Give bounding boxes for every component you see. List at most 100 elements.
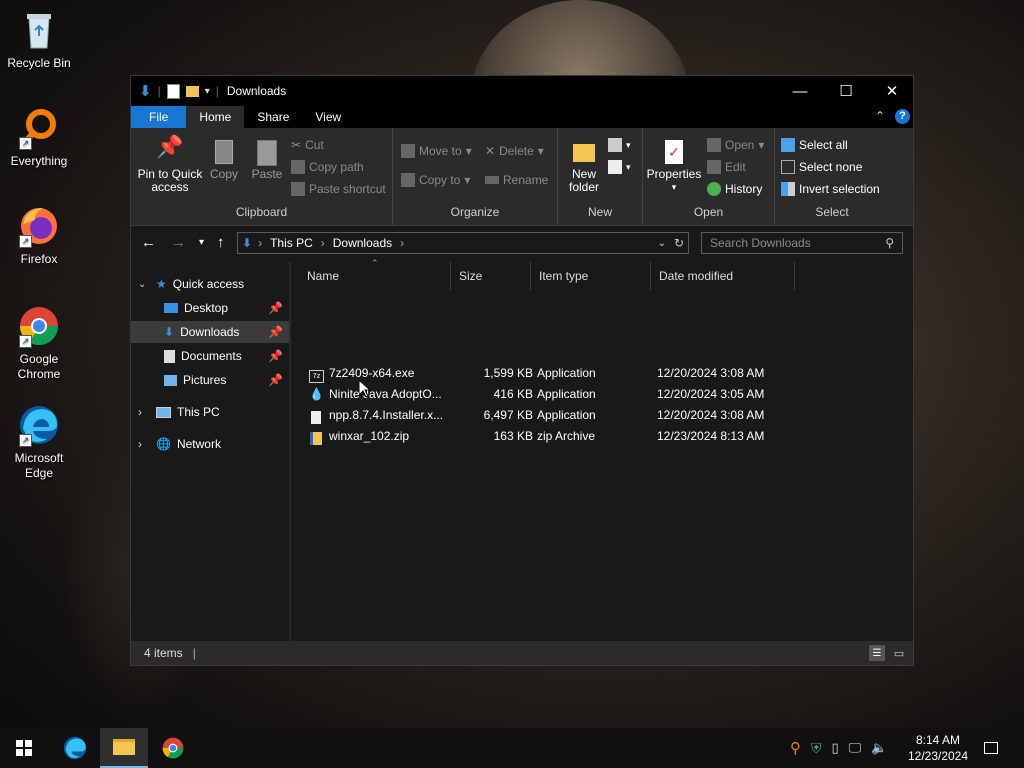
tab-file[interactable]: File (131, 106, 187, 128)
pin-icon[interactable]: 📌 (268, 325, 283, 339)
column-header-size[interactable]: Size (451, 262, 531, 290)
clock-time: 8:14 AM (915, 733, 961, 747)
invert-selection-button[interactable]: Invert selection (781, 182, 880, 196)
taskbar: ⚲ ⛨ ▯ 🖵 🔈 8:14 AM 12/23/2024 (0, 728, 1024, 768)
paste-button[interactable]: Paste (247, 140, 287, 181)
usb-device-icon[interactable]: ▯ (832, 740, 839, 756)
collapse-ribbon-icon[interactable]: ⌃ (875, 109, 885, 123)
desktop-icon-google-chrome[interactable]: ↗ Google Chrome (6, 304, 72, 382)
address-field[interactable]: ⬇ › This PC › Downloads › ⌄ ↻ (237, 232, 689, 254)
invert-selection-icon (781, 182, 795, 196)
new-item-button[interactable]: ▾ (608, 138, 631, 152)
breadcrumb-chevron-icon[interactable]: › (258, 236, 262, 250)
forward-arrow-icon[interactable]: → (171, 234, 186, 251)
pin-icon: 📌 (156, 134, 184, 159)
paste-shortcut-button[interactable]: Paste shortcut (291, 182, 386, 196)
system-tray: ⚲ ⛨ ▯ 🖵 🔈 (790, 728, 887, 768)
taskbar-edge-button[interactable] (51, 728, 99, 768)
properties-qa-icon[interactable] (166, 83, 180, 99)
customize-qa-dropdown-icon[interactable]: ▾ (205, 86, 210, 97)
expanded-chevron-icon[interactable]: ⌄ (138, 279, 156, 290)
title-bar[interactable]: ⬇ | ▾ | Downloads — ☐ ✕ (131, 76, 913, 106)
navigation-pane: ⌄ ★ Quick access Desktop 📌 ⬇ Downloads 📌… (131, 262, 289, 642)
details-view-icon[interactable]: ☰ (869, 645, 885, 661)
desktop-icon-everything[interactable]: ↗ Everything (6, 106, 72, 169)
delete-button[interactable]: ✕ Delete ▾ (485, 144, 544, 158)
action-center-button[interactable] (968, 728, 1014, 768)
new-folder-button[interactable]: New folder (562, 140, 606, 194)
nav-item-downloads[interactable]: ⬇ Downloads 📌 (131, 321, 289, 343)
copy-button[interactable]: Copy (205, 140, 243, 181)
copy-to-button[interactable]: Copy to ▾ (401, 173, 470, 187)
file-type: Application (537, 387, 596, 401)
edit-button[interactable]: Edit (707, 160, 746, 174)
breadcrumb-downloads[interactable]: Downloads (333, 236, 392, 250)
column-header-name[interactable]: Name (299, 262, 451, 290)
move-to-button[interactable]: Move to ▾ (401, 144, 472, 158)
table-row[interactable]: winxar_102.zip 163 KB zip Archive 12/23/… (305, 426, 791, 447)
breadcrumb-chevron-icon[interactable]: › (321, 236, 325, 250)
help-icon[interactable]: ? (895, 109, 910, 124)
nav-quick-access[interactable]: ⌄ ★ Quick access (131, 273, 289, 295)
address-dropdown-icon[interactable]: ⌄ (658, 238, 666, 249)
everything-tray-icon[interactable]: ⚲ (790, 739, 801, 757)
rename-icon (485, 176, 499, 184)
easy-access-button[interactable]: ▾ (608, 160, 631, 174)
back-arrow-icon[interactable]: ← (141, 234, 156, 251)
pin-icon[interactable]: 📌 (268, 349, 283, 363)
breadcrumb-this-pc[interactable]: This PC (270, 236, 313, 250)
collapsed-chevron-icon[interactable]: › (138, 437, 156, 451)
desktop-icon-label: Google (19, 352, 59, 366)
table-row[interactable]: npp.8.7.4.Installer.x... 6,497 KB Applic… (305, 405, 791, 426)
rename-button[interactable]: Rename (485, 173, 548, 187)
desktop-icon-recycle-bin[interactable]: Recycle Bin (6, 8, 72, 71)
tab-home[interactable]: Home (186, 106, 245, 128)
taskbar-chrome-button[interactable] (149, 728, 197, 768)
taskbar-file-explorer-button[interactable] (100, 728, 148, 768)
nav-item-desktop[interactable]: Desktop 📌 (131, 297, 289, 319)
desktop-icon-microsoft-edge[interactable]: ↗ Microsoft Edge (6, 403, 72, 481)
copy-path-button[interactable]: Copy path (291, 160, 364, 174)
collapsed-chevron-icon[interactable]: › (138, 405, 156, 419)
column-header-date-modified[interactable]: Date modified (651, 262, 795, 290)
file-size: 1,599 KB (483, 366, 533, 380)
start-button[interactable] (0, 728, 48, 768)
select-all-button[interactable]: Select all (781, 138, 848, 152)
network-tray-icon[interactable]: 🖵 (849, 740, 862, 756)
minimize-button[interactable]: — (777, 76, 823, 106)
nav-network[interactable]: › 🌐 Network (131, 433, 289, 455)
breadcrumb-chevron-icon[interactable]: › (400, 236, 404, 250)
refresh-icon[interactable]: ↻ (674, 236, 684, 250)
open-button[interactable]: Open ▾ (707, 138, 764, 152)
pin-icon[interactable]: 📌 (268, 301, 283, 315)
select-none-button[interactable]: Select none (781, 160, 862, 174)
volume-muted-icon[interactable]: 🔈 (871, 740, 887, 756)
close-button[interactable]: ✕ (869, 76, 915, 106)
table-row[interactable]: 7z 7z2409-x64.exe 1,599 KB Application 1… (305, 363, 791, 384)
desktop-icon-firefox[interactable]: ↗ Firefox (6, 204, 72, 267)
column-header-type[interactable]: Item type (531, 262, 651, 290)
tab-share[interactable]: Share (244, 106, 302, 128)
large-icons-view-icon[interactable]: ▭ (891, 645, 907, 661)
history-button[interactable]: History (707, 182, 762, 196)
windows-logo-icon (16, 740, 32, 756)
tab-view[interactable]: View (302, 106, 354, 128)
nav-item-documents[interactable]: Documents 📌 (131, 345, 289, 367)
table-row[interactable]: 💧 Ninite Java AdoptO... 416 KB Applicati… (305, 384, 791, 405)
search-input[interactable]: Search Downloads ⚲ (701, 232, 903, 254)
up-arrow-icon[interactable]: ↑ (217, 234, 225, 251)
new-folder-qa-icon[interactable] (185, 85, 199, 97)
nav-this-pc[interactable]: › This PC (131, 401, 289, 423)
file-size: 416 KB (493, 387, 533, 401)
properties-button[interactable]: ✓ Properties ▾ (645, 140, 703, 194)
taskbar-clock[interactable]: 8:14 AM 12/23/2024 (906, 732, 970, 764)
recent-locations-chevron-icon[interactable]: ▾ (199, 237, 204, 248)
file-explorer-window: ⬇ | ▾ | Downloads — ☐ ✕ File Home Share … (130, 75, 914, 666)
select-all-icon (781, 138, 795, 152)
pin-icon[interactable]: 📌 (268, 373, 283, 387)
pin-to-quick-access-button[interactable]: 📌 Pin to Quick access (137, 134, 203, 194)
nav-item-pictures[interactable]: Pictures 📌 (131, 369, 289, 391)
security-shield-icon[interactable]: ⛨ (811, 740, 822, 757)
maximize-button[interactable]: ☐ (823, 76, 869, 106)
cut-button[interactable]: ✂ Cut (291, 138, 324, 152)
